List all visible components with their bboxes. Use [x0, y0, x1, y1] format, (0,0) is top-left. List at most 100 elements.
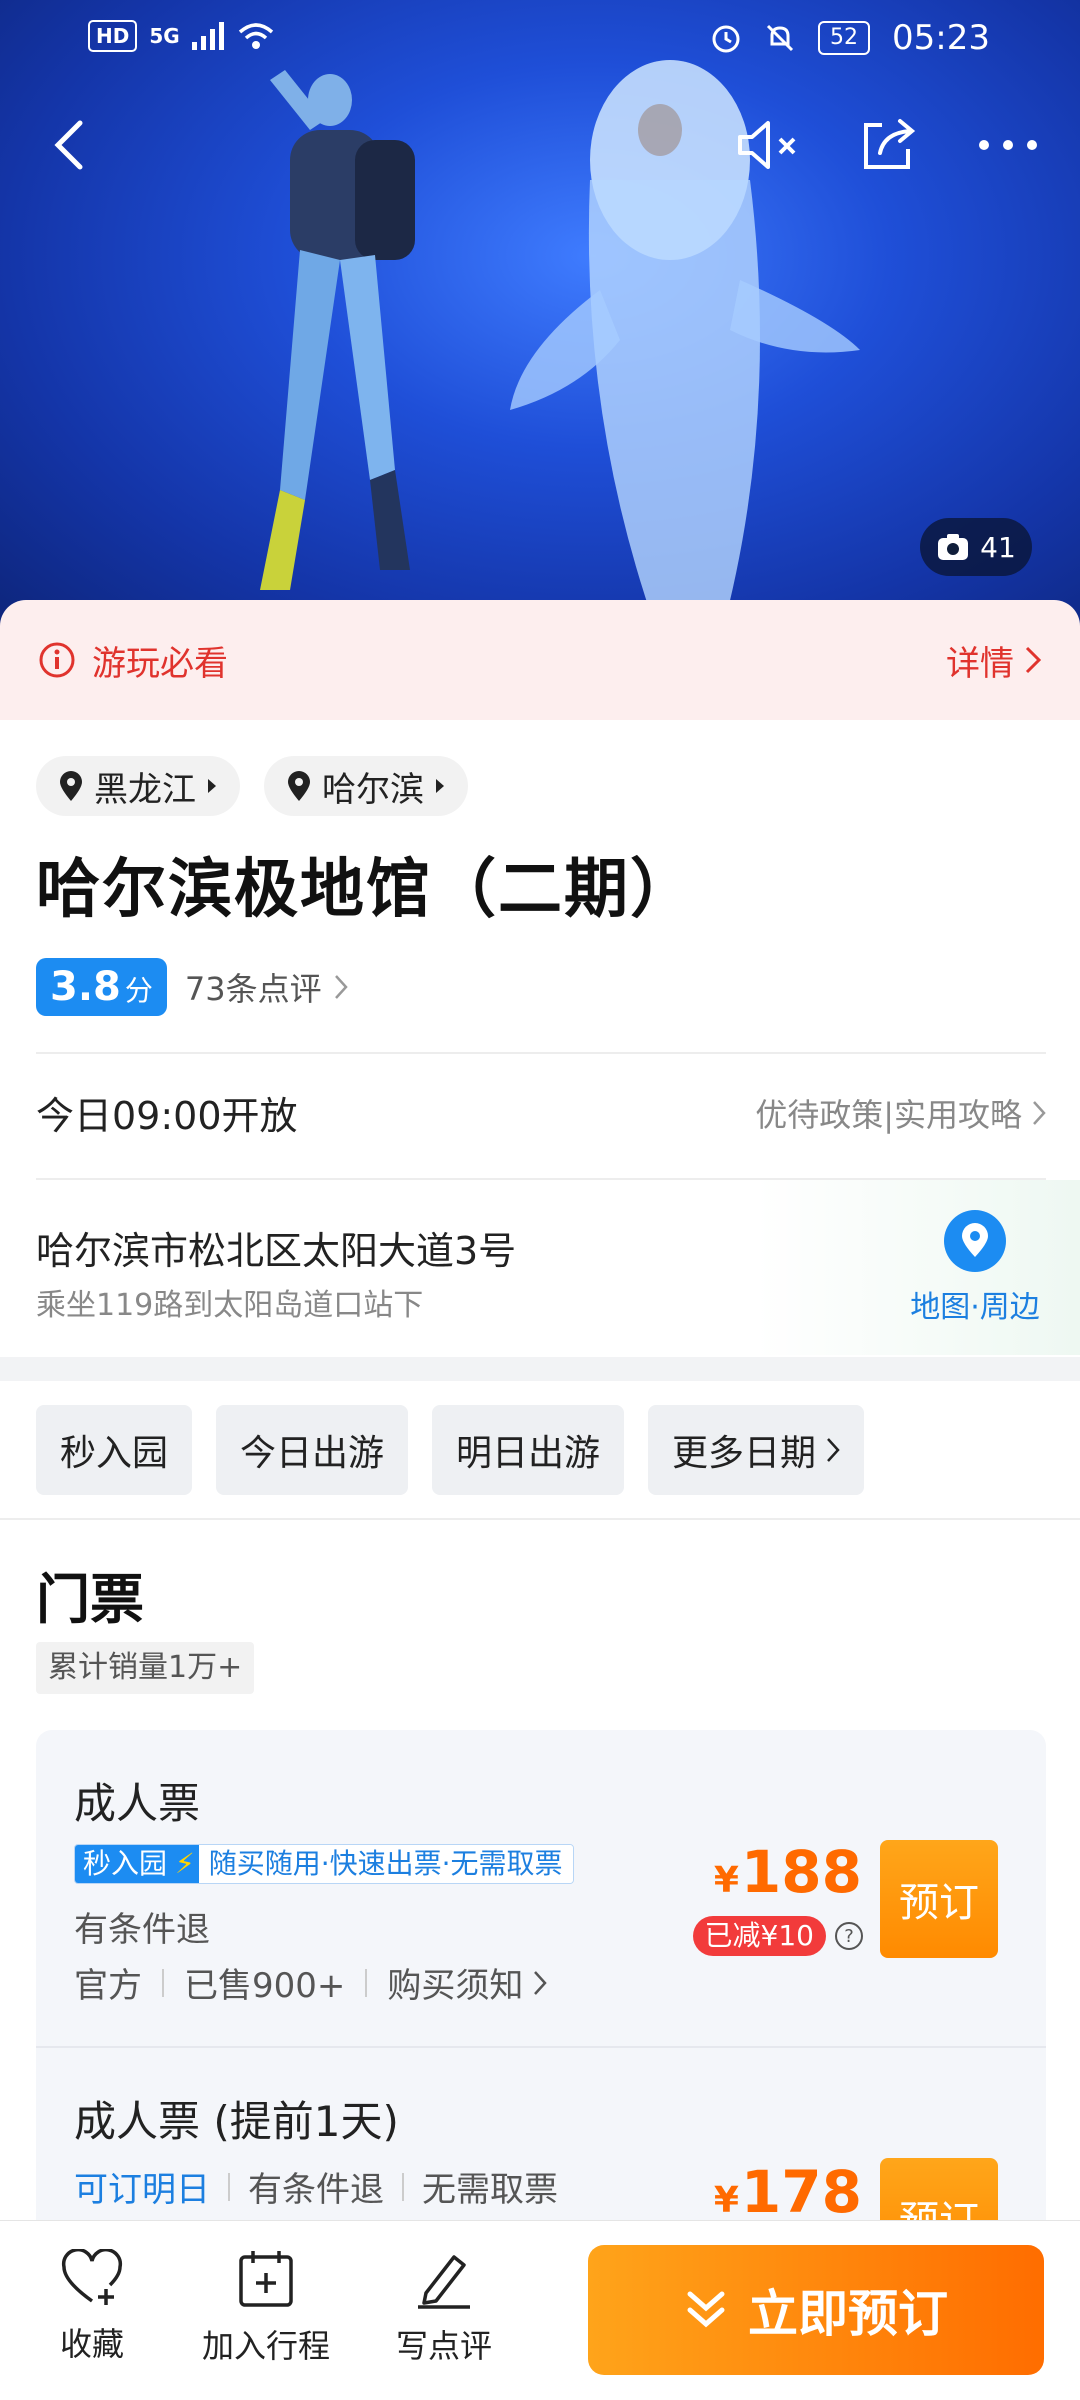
transit-info: 乘坐119路到太阳岛道口站下 — [36, 1288, 424, 1323]
score-badge: 3.8 分 — [36, 958, 167, 1016]
tab-instant-entry[interactable]: 秒入园 — [36, 1405, 193, 1495]
opening-hours: 今日09:00开放 — [36, 1094, 298, 1138]
map-pin-icon — [944, 1210, 1006, 1272]
score-unit: 分 — [124, 974, 153, 1007]
add-itinerary-label: 加入行程 — [202, 2327, 331, 2365]
notice-detail-link[interactable]: 详情 — [946, 636, 1042, 685]
chevron-right-icon — [534, 1970, 548, 1995]
book-now-button[interactable]: 立即预订 — [588, 2245, 1044, 2375]
ticket-item[interactable]: 成人票 秒入园 ⚡ 随买随用·快速出票·无需取票 有条件退 官方 已售900+ … — [36, 1730, 1046, 2046]
attraction-page: HD 5G 52 05:23 41 游玩必看 详情 黑龙江 哈尔滨 哈尔滨极地馆… — [0, 0, 1080, 2400]
hd-indicator: HD — [88, 20, 138, 52]
sold-count: 已售900+ — [184, 1966, 346, 2006]
chevron-right-icon — [827, 1438, 840, 1462]
tickets-section-title: 门票 — [36, 1568, 144, 1631]
separator — [365, 1968, 368, 1997]
chip-city-label: 哈尔滨 — [322, 769, 424, 810]
top-nav — [0, 105, 1080, 185]
sales-badge: 累计销量1万+ — [36, 1642, 255, 1694]
caret-right-icon — [436, 779, 444, 793]
write-review-button[interactable]: 写点评 — [396, 2249, 492, 2367]
separator — [402, 2172, 404, 2201]
more-button[interactable] — [968, 105, 1048, 185]
reviews-count: 73条点评 — [184, 970, 322, 1008]
help-icon[interactable]: ? — [834, 1921, 864, 1951]
favorite-button[interactable]: 收藏 — [60, 2249, 124, 2365]
location-pin-icon — [288, 771, 310, 801]
separator — [228, 2172, 230, 2201]
write-review-label: 写点评 — [396, 2327, 493, 2365]
tab-label: 今日出游 — [240, 1433, 385, 1474]
tab-label: 更多日期 — [672, 1433, 817, 1474]
bottom-action-bar: 收藏 加入行程 写点评 立即预订 — [0, 2220, 1080, 2400]
location-chips: 黑龙江 哈尔滨 — [36, 756, 468, 816]
sound-off-icon — [738, 121, 796, 169]
mute-bell-icon — [766, 24, 794, 52]
notice-label: 游玩必看 — [92, 643, 228, 684]
price-amount: 178 — [740, 2158, 862, 2226]
back-arrow-icon — [54, 120, 83, 170]
notice-detail-label: 详情 — [946, 643, 1014, 684]
ticket-feature-tag: 秒入园 ⚡ 随买随用·快速出票·无需取票 — [74, 1844, 574, 1884]
location-pin-icon — [60, 771, 82, 801]
hero-photo[interactable]: HD 5G 52 05:23 41 — [0, 0, 1080, 640]
add-itinerary-button[interactable]: 加入行程 — [202, 2249, 330, 2367]
ticket-price: ¥ 188 — [714, 1838, 862, 1906]
chevron-right-icon — [1025, 646, 1042, 674]
back-button[interactable] — [28, 105, 108, 185]
divider — [0, 1518, 1080, 1520]
chip-province[interactable]: 黑龙江 — [36, 756, 240, 816]
address: 哈尔滨市松北区太阳大道3号 — [36, 1229, 517, 1273]
bookable-tomorrow-tag: 可订明日 — [74, 2170, 210, 2210]
more-dots-icon — [979, 140, 1037, 150]
tab-more-dates[interactable]: 更多日期 — [648, 1405, 865, 1495]
ticket-name: 成人票 — [74, 1779, 201, 1828]
feature-text: 随买随用·快速出票·无需取票 — [198, 1845, 573, 1883]
heart-add-icon — [61, 2249, 123, 2305]
tab-label: 秒入园 — [60, 1433, 169, 1474]
tab-label: 明日出游 — [456, 1433, 601, 1474]
map-nearby-button[interactable]: 地图·周边 — [900, 1210, 1050, 1326]
svg-text:?: ? — [844, 1926, 854, 1947]
discount-badge: 已减¥10 — [692, 1916, 826, 1956]
official-label: 官方 — [74, 1966, 142, 2006]
rating-row[interactable]: 3.8 分 73条点评 — [36, 958, 348, 1016]
ticket-meta: 官方 已售900+ 购买须知 — [74, 1958, 548, 2007]
opening-hours-row[interactable]: 今日09:00开放 优待政策|实用攻略 — [36, 1085, 1046, 1140]
lightning-icon: ⚡ — [175, 1845, 199, 1883]
chip-city[interactable]: 哈尔滨 — [264, 756, 468, 816]
tab-today[interactable]: 今日出游 — [216, 1405, 409, 1495]
separator — [162, 1968, 164, 1997]
photo-count-badge[interactable]: 41 — [920, 518, 1032, 576]
pen-icon — [418, 2255, 470, 2309]
price-amount: 188 — [740, 1838, 862, 1906]
ticket-name: 成人票 (提前1天) — [74, 2097, 399, 2146]
share-button[interactable] — [848, 105, 928, 185]
double-chevron-down-icon — [687, 2291, 725, 2328]
no-pickup-tag: 无需取票 — [422, 2170, 558, 2210]
chevron-right-icon — [1033, 1100, 1046, 1125]
policy-label: 优待政策|实用攻略 — [755, 1095, 1022, 1134]
currency: ¥ — [713, 1860, 739, 1901]
purchase-notes-link[interactable]: 购买须知 — [387, 1958, 523, 2007]
policy-link[interactable]: 优待政策|实用攻略 — [755, 1090, 1046, 1136]
share-icon — [864, 119, 916, 169]
clock: 05:23 — [892, 18, 990, 58]
score-value: 3.8 — [50, 964, 121, 1010]
date-tabs: 秒入园 今日出游 明日出游 更多日期 — [36, 1405, 865, 1495]
book-ticket-button[interactable]: 预订 — [880, 1840, 998, 1958]
section-separator — [0, 1357, 1080, 1381]
reviews-link[interactable]: 73条点评 — [185, 964, 348, 1010]
calendar-add-icon — [239, 2251, 293, 2307]
currency: ¥ — [713, 2180, 739, 2221]
chevron-right-icon — [334, 975, 348, 999]
network-gen: 5G — [149, 24, 180, 48]
address-row[interactable]: 哈尔滨市松北区太阳大道3号 乘坐119路到太阳岛道口站下 地图·周边 — [0, 1180, 1080, 1355]
alarm-icon — [712, 25, 740, 53]
mute-button[interactable] — [730, 105, 810, 185]
tab-tomorrow[interactable]: 明日出游 — [432, 1405, 625, 1495]
must-see-notice[interactable]: 游玩必看 详情 — [0, 600, 1080, 720]
instant-entry-tag: 秒入园 — [75, 1845, 176, 1883]
photo-count: 41 — [980, 530, 1016, 564]
divider — [36, 1052, 1046, 1054]
